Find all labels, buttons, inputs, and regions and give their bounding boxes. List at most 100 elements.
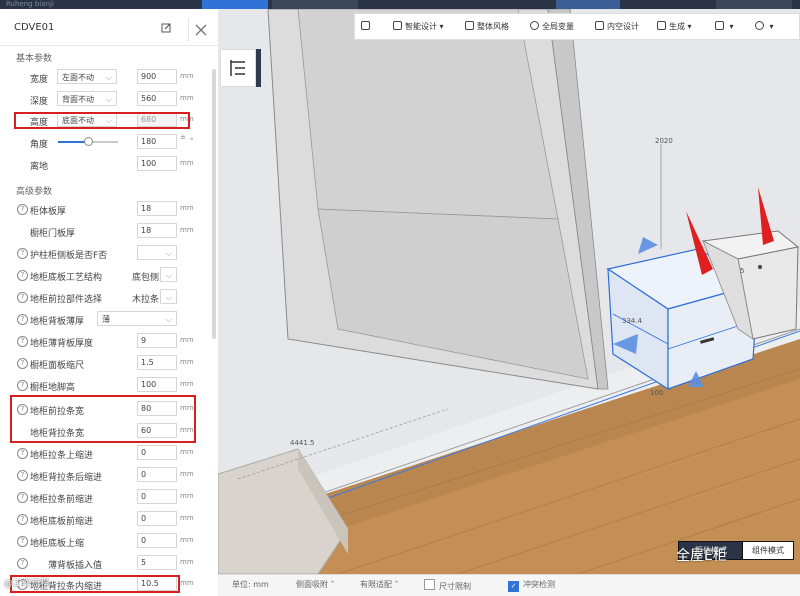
top-tab-a[interactable] (202, 0, 268, 9)
param-input[interactable]: 5 (137, 555, 177, 570)
adv-row-7: ? 橱柜面板缩尺 1.5 mm (0, 354, 214, 374)
param-label: 地柜背拉条后缩进 (30, 473, 103, 483)
depth-mode-select[interactable]: 背面不动 ⌵ (57, 91, 117, 106)
param-input[interactable]: 0 (137, 511, 177, 526)
help-icon[interactable]: ? (17, 292, 28, 303)
style-icon (465, 21, 474, 30)
param-input[interactable]: 0 (137, 489, 177, 504)
unit-label: mm (180, 579, 194, 587)
help-icon[interactable]: ? (17, 358, 28, 369)
toolbar-label: 内空设计 (607, 22, 639, 31)
angle-input[interactable]: 180 (137, 134, 177, 149)
top-tab-e[interactable] (716, 0, 792, 9)
param-label: 橱柜门板厚 (30, 229, 76, 239)
width-input[interactable]: 900 (137, 69, 177, 84)
param-input[interactable]: 18 (137, 201, 177, 216)
dimension-limit-checkbox[interactable]: 尺寸限制 (424, 579, 471, 592)
param-label: 地柜薄背板厚度 (30, 339, 94, 349)
panel-scrollbar[interactable] (212, 69, 216, 339)
param-select[interactable]: ⌵ (160, 289, 177, 304)
top-tab-b[interactable] (272, 0, 358, 9)
unit-label: mm (180, 358, 194, 366)
angle-slider[interactable] (58, 137, 118, 146)
collision-check-checkbox[interactable]: ✓ 冲突检测 (508, 579, 555, 592)
toolbar-label: 生成 (669, 22, 685, 31)
chevron-down-icon: ▾ (727, 22, 734, 31)
structure-tree-button[interactable] (220, 49, 256, 87)
unit-status: 单位: mm (232, 580, 269, 589)
param-input[interactable]: 18 (137, 223, 177, 238)
param-input[interactable]: 9 (137, 333, 177, 348)
parameter-panel: CDVE01 基本参数 宽度 左面不动 ⌵ 900 mm 深度 背面不动 ⌵ 560… (0, 9, 219, 595)
adv-row-1: 橱柜门板厚 18 mm (0, 222, 214, 242)
help-icon[interactable]: ? (17, 448, 28, 459)
help-icon[interactable]: ? (17, 336, 28, 347)
param-input[interactable]: 1.5 (137, 355, 177, 370)
help-icon[interactable]: ? (17, 380, 28, 391)
help-icon[interactable]: ? (17, 536, 28, 547)
param-input[interactable]: 0 (137, 533, 177, 548)
help-icon[interactable]: ? (17, 470, 28, 481)
param-input[interactable]: 100 (137, 377, 177, 392)
limited-fit-toggle[interactable]: 有限适配 ˄ (360, 579, 399, 590)
global-variables-button[interactable]: 全局变量 (530, 21, 574, 32)
width-mode-select[interactable]: 左面不动 ⌵ (57, 69, 117, 84)
tools-button[interactable]: ▾ (715, 21, 734, 31)
advanced-params-heading: 高级参数 (16, 187, 53, 197)
wrench-icon (715, 21, 724, 30)
chevron-down-icon: ⌵ (165, 271, 172, 280)
param-input[interactable]: 0 (137, 467, 177, 482)
unit-label: mm (180, 492, 194, 500)
smart-design-button[interactable]: 智能设计 ▾ (393, 21, 444, 32)
param-row-angle: 角度 180 ± ° (0, 133, 214, 153)
param-label: 薄背板插入值 (48, 561, 103, 571)
param-select[interactable]: ⌵ (137, 245, 177, 260)
view-toggle-button[interactable] (361, 21, 373, 31)
close-icon[interactable] (188, 18, 213, 42)
tree-list-icon (230, 60, 245, 76)
param-input[interactable]: 0 (137, 445, 177, 460)
unit-label: mm (180, 380, 194, 388)
overall-style-button[interactable]: 整体风格 (465, 21, 509, 32)
adv-row-6: ? 地柜薄背板厚度 9 mm (0, 332, 214, 352)
depth-input[interactable]: 560 (137, 91, 177, 106)
help-icon[interactable]: ? (17, 514, 28, 525)
component-mode-button[interactable]: 组件模式 (742, 541, 794, 560)
angle-slider-handle[interactable] (84, 137, 93, 146)
tree-panel-tab[interactable] (256, 49, 261, 87)
status-bar: 单位: mm 侧面吸附 ˄ 有限适配 ˄ 尺寸限制 ✓ 冲突检测 (218, 574, 800, 596)
param-label: 宽度 (30, 75, 49, 85)
param-row-depth: 深度 背面不动 ⌵ 560 mm (0, 90, 214, 110)
help-icon[interactable]: ? (17, 270, 28, 281)
unit-label: ° (190, 137, 194, 145)
param-select[interactable]: 薄 ⌵ (97, 311, 177, 326)
select-value: 薄 (102, 315, 110, 324)
adv-row-15: ? 地柜底板上缩 0 mm (0, 532, 214, 552)
view-options-button[interactable]: ▾ (755, 21, 774, 31)
param-select[interactable]: ⌵ (160, 267, 177, 282)
unit-label: mm (180, 204, 194, 212)
select-value: 左面不动 (62, 73, 94, 82)
adv-row-13: ? 地柜拉条前缩进 0 mm (0, 488, 214, 508)
help-icon[interactable]: ? (17, 492, 28, 503)
generate-button[interactable]: 生成 ▾ (657, 21, 692, 32)
floor-offset-input[interactable]: 100 (137, 156, 177, 171)
status-label: 侧面吸附 (296, 580, 328, 589)
top-tab-c[interactable] (556, 0, 620, 9)
top-tab-d[interactable] (628, 0, 708, 9)
unit-label: mm (180, 514, 194, 522)
chevron-up-icon: ˄ (328, 580, 335, 589)
help-icon[interactable]: ? (17, 204, 28, 215)
angle-stepper[interactable]: ± (180, 133, 186, 141)
param-label: 地柜拉条上缩进 (30, 451, 94, 461)
side-snap-toggle[interactable]: 侧面吸附 ˄ (296, 579, 335, 590)
checkbox-checked-icon: ✓ (508, 581, 519, 592)
help-icon[interactable]: ? (17, 558, 28, 569)
edit-icon[interactable] (161, 23, 171, 33)
3d-viewport[interactable]: 2020 4441.5 334.4 100 5 智能设计 ▾ 整体风格 全局变量… (218, 9, 800, 574)
help-icon[interactable]: ? (17, 248, 28, 259)
top-menu-bar: Ruheng bianji (0, 0, 800, 9)
help-icon[interactable]: ? (17, 314, 28, 325)
select-value: 木拉条 (132, 295, 160, 305)
interior-design-button[interactable]: 内空设计 (595, 21, 639, 32)
